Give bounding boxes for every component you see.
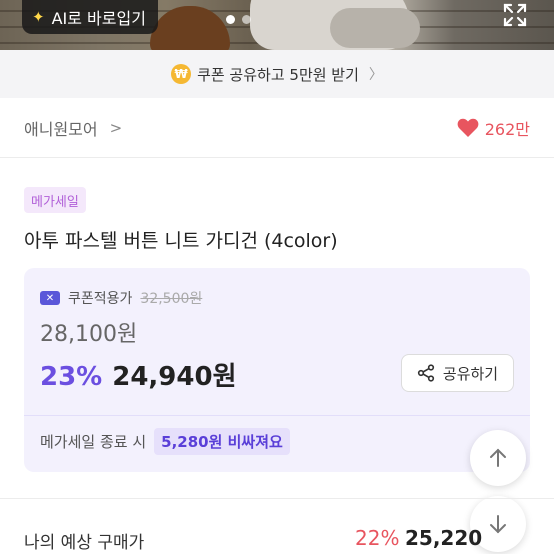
expected-discount-percent: 22% [355,526,400,550]
arrow-down-icon [490,515,506,534]
expected-price: 25,220 [405,526,483,550]
mega-sale-badge: 메가세일 [24,187,86,213]
price-increase-badge: 5,280원 비싸져요 [154,428,290,455]
divider [0,498,554,499]
scroll-up-button[interactable] [470,430,526,486]
share-icon [417,364,434,382]
ai-try-on-label: AI로 바로입기 [51,9,146,28]
coupon-share-text: 쿠폰 공유하고 5만원 받기 [197,65,359,84]
sale-end-notice: 메가세일 종료 시 5,280원 비싸져요 [40,428,290,455]
like-button[interactable]: 262만 [457,116,530,140]
arrow-up-icon [490,448,506,467]
shop-name[interactable]: 애니원모어 [24,116,98,140]
chevron-right-icon: 〉 [368,67,383,83]
share-button-label: 공유하기 [442,364,499,383]
coupon-ticket-icon: ✕ [40,291,60,305]
shop-row[interactable]: 애니원모어 > 262만 [0,98,554,158]
price-card: ✕ 쿠폰적용가 32,500원 28,100원 23% 24,940원 공유하기… [24,268,530,472]
expected-price-label: 나의 예상 구매가 [24,533,145,553]
original-price: 32,500원 [140,291,203,307]
product-title: 아투 파스텔 버튼 니트 가디건 (4color) [24,230,338,252]
product-image[interactable]: ✦ AI로 바로입기 [0,0,554,50]
coupon-price-label: 쿠폰적용가 [68,291,133,307]
share-button[interactable]: 공유하기 [401,354,514,392]
sparkle-icon: ✦ [32,8,45,26]
ai-try-on-button[interactable]: ✦ AI로 바로입기 [22,0,158,34]
coupon-price-line: ✕ 쿠폰적용가 32,500원 [40,288,202,308]
photo-detail [150,6,230,50]
photo-detail [330,8,420,48]
like-count: 262만 [484,119,530,139]
carousel-dot[interactable] [242,15,251,24]
final-price-row: 23% 24,940원 [40,356,237,393]
sale-end-text: 메가세일 종료 시 [40,433,147,451]
discount-percent: 23% [40,362,103,392]
won-coin-icon: ₩ [171,64,192,84]
coupon-share-banner[interactable]: ₩ 쿠폰 공유하고 5만원 받기 〉 [0,50,554,98]
carousel-dot-active[interactable] [226,15,235,24]
sale-price: 28,100원 [40,322,138,347]
chevron-right-icon: > [109,118,123,137]
expand-icon[interactable] [502,2,528,28]
final-price: 24,940원 [112,362,237,392]
divider [24,415,530,416]
heart-icon [457,118,479,137]
carousel-indicator [226,15,251,24]
